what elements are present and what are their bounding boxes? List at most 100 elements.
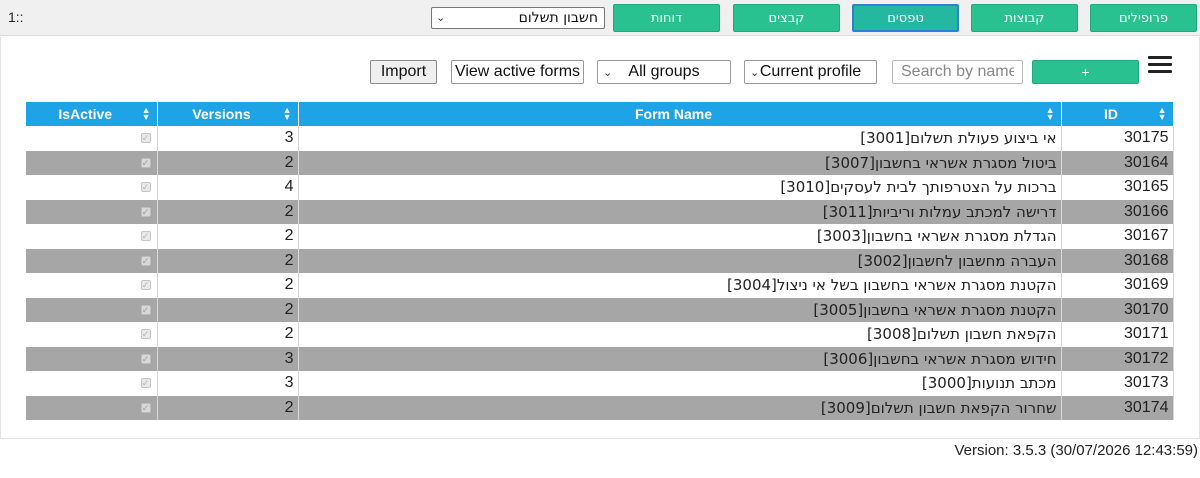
table-row[interactable]: ✓ 2 דרישה למכתב עמלות וריביות[3011] 30166 — [26, 199, 1174, 224]
id-cell: 30164 — [1061, 150, 1174, 175]
isactive-cell[interactable]: ✓ — [26, 346, 158, 371]
table-row[interactable]: ✓ 2 ביטול מסגרת אשראי בחשבון[3007] 30164 — [26, 150, 1174, 175]
nav-button-groups[interactable]: קבוצות — [971, 4, 1078, 32]
id-cell: 30167 — [1061, 224, 1174, 249]
isactive-checkbox[interactable]: ✓ — [140, 182, 151, 193]
form-name-cell[interactable]: מכתב תנועות[3000] — [298, 371, 1062, 396]
isactive-cell[interactable]: ✓ — [26, 199, 158, 224]
nav-button-forms[interactable]: טפסים — [852, 4, 959, 32]
isactive-checkbox[interactable]: ✓ — [140, 402, 151, 413]
hamburger-menu-icon[interactable] — [1148, 56, 1172, 74]
id-cell: 30175 — [1061, 126, 1174, 151]
isactive-checkbox[interactable]: ✓ — [140, 378, 151, 389]
id-cell: 30168 — [1061, 248, 1174, 273]
form-name-cell[interactable]: ביטול מסגרת אשראי בחשבון[3007] — [298, 150, 1062, 175]
form-name-cell[interactable]: הקפאת חשבון תשלום[3008] — [298, 322, 1062, 347]
column-header-label: Form Name — [634, 106, 713, 122]
versions-cell: 2 — [157, 273, 299, 298]
isactive-checkbox[interactable]: ✓ — [140, 206, 151, 217]
table-row[interactable]: ✓ 2 הגדלת מסגרת אשראי בחשבון[3003] 30167 — [26, 224, 1174, 249]
versions-cell: 2 — [157, 297, 299, 322]
corner-label: 1:: — [8, 9, 24, 25]
chevron-down-icon: ⌄ — [436, 11, 446, 24]
sort-icon[interactable]: ▲ ▼ — [142, 106, 151, 122]
versions-cell: 2 — [157, 322, 299, 347]
form-name-cell[interactable]: העברה מחשבון לחשבון[3002] — [298, 248, 1062, 273]
sort-icon[interactable]: ▲ ▼ — [283, 106, 292, 122]
form-name-cell[interactable]: הגדלת מסגרת אשראי בחשבון[3003] — [298, 224, 1062, 249]
search-input[interactable] — [892, 60, 1023, 84]
versions-cell: 2 — [157, 199, 299, 224]
column-header-id[interactable]: ID ▲ ▼ — [1061, 102, 1174, 126]
group-select-value: All groups — [628, 63, 700, 80]
form-name-cell[interactable]: אי ביצוע פעולת תשלום[3001] — [298, 126, 1062, 151]
table-row[interactable]: ✓ 3 חידוש מסגרת אשראי בחשבון[3006] 30172 — [26, 346, 1174, 371]
table-row[interactable]: ✓ 3 אי ביצוע פעולת תשלום[3001] 30175 — [26, 126, 1174, 151]
table-row[interactable]: ✓ 2 הקטנת מסגרת אשראי בחשבון בשל אי ניצול[… — [26, 273, 1174, 298]
isactive-cell[interactable]: ✓ — [26, 273, 158, 298]
column-header-label: ID — [1104, 106, 1118, 122]
id-cell: 30172 — [1061, 346, 1174, 371]
versions-cell: 3 — [157, 346, 299, 371]
isactive-cell[interactable]: ✓ — [26, 371, 158, 396]
nav-button-profiles[interactable]: פרופילים — [1090, 4, 1197, 32]
isactive-checkbox[interactable]: ✓ — [140, 231, 151, 242]
isactive-cell[interactable]: ✓ — [26, 175, 158, 200]
versions-cell: 2 — [157, 248, 299, 273]
view-active-forms-button[interactable]: View active forms — [451, 60, 584, 84]
nav-button-reports[interactable]: דוחות — [613, 4, 720, 32]
add-form-button[interactable]: + — [1032, 60, 1139, 84]
id-cell: 30170 — [1061, 297, 1174, 322]
table-row[interactable]: ✓ 2 הקפאת חשבון תשלום[3008] 30171 — [26, 322, 1174, 347]
isactive-cell[interactable]: ✓ — [26, 224, 158, 249]
column-header-form-name[interactable]: Form Name ▲ ▼ — [298, 102, 1062, 126]
profile-select-value: Current profile — [759, 63, 862, 80]
versions-cell: 2 — [157, 150, 299, 175]
id-cell: 30173 — [1061, 371, 1174, 396]
table-row[interactable]: ✓ 2 העברה מחשבון לחשבון[3002] 30168 — [26, 248, 1174, 273]
isactive-checkbox[interactable]: ✓ — [140, 133, 151, 144]
chevron-down-icon: ⌄ — [750, 67, 760, 79]
isactive-checkbox[interactable]: ✓ — [140, 255, 151, 266]
versions-cell: 2 — [157, 395, 299, 420]
table-row[interactable]: ✓ 4 ברכות על הצטרפותך לבית לעסקים[3010] 301… — [26, 175, 1174, 200]
isactive-cell[interactable]: ✓ — [26, 395, 158, 420]
form-name-cell[interactable]: דרישה למכתב עמלות וריביות[3011] — [298, 199, 1062, 224]
table-row[interactable]: ✓ 3 מכתב תנועות[3000] 30173 — [26, 371, 1174, 396]
table-body: ✓ 3 אי ביצוע פעולת תשלום[3001] 30175 ✓ 2 ביטול… — [26, 126, 1174, 420]
form-name-cell[interactable]: ברכות על הצטרפותך לבית לעסקים[3010] — [298, 175, 1062, 200]
table-header-row: IsActive ▲ ▼ Versions ▲ ▼ Form Name ▲ ▼ ID … — [26, 102, 1174, 126]
isactive-checkbox[interactable]: ✓ — [140, 157, 151, 168]
nav-button-files[interactable]: קבצים — [733, 4, 840, 32]
column-header-label: Versions — [192, 106, 251, 122]
isactive-cell[interactable]: ✓ — [26, 322, 158, 347]
table-row[interactable]: ✓ 2 שחרור הקפאת חשבון תשלום[3009] 30174 — [26, 395, 1174, 420]
id-cell: 30165 — [1061, 175, 1174, 200]
isactive-checkbox[interactable]: ✓ — [140, 329, 151, 340]
isactive-checkbox[interactable]: ✓ — [140, 353, 151, 364]
versions-cell: 3 — [157, 371, 299, 396]
form-name-cell[interactable]: הקטנת מסגרת אשראי בחשבון[3005] — [298, 297, 1062, 322]
isactive-cell[interactable]: ✓ — [26, 150, 158, 175]
column-header-label: IsActive — [58, 106, 113, 122]
form-name-cell[interactable]: הקטנת מסגרת אשראי בחשבון בשל אי ניצול[30… — [298, 273, 1062, 298]
import-button[interactable]: Import — [370, 60, 437, 84]
column-header-isactive[interactable]: IsActive ▲ ▼ — [26, 102, 158, 126]
isactive-cell[interactable]: ✓ — [26, 297, 158, 322]
id-cell: 30171 — [1061, 322, 1174, 347]
isactive-cell[interactable]: ✓ — [26, 126, 158, 151]
chevron-down-icon: ⌄ — [603, 67, 613, 79]
isactive-cell[interactable]: ✓ — [26, 248, 158, 273]
table-row[interactable]: ✓ 2 הקטנת מסגרת אשראי בחשבון[3005] 30170 — [26, 297, 1174, 322]
profile-select[interactable]: ⌄ Current profile — [744, 60, 877, 84]
form-name-cell[interactable]: חידוש מסגרת אשראי בחשבון[3006] — [298, 346, 1062, 371]
form-selector-dropdown[interactable]: ⌄ חשבון תשלום — [431, 7, 605, 29]
form-name-cell[interactable]: שחרור הקפאת חשבון תשלום[3009] — [298, 395, 1062, 420]
isactive-checkbox[interactable]: ✓ — [140, 304, 151, 315]
sort-icon[interactable]: ▲ ▼ — [1158, 106, 1167, 122]
versions-cell: 3 — [157, 126, 299, 151]
sort-icon[interactable]: ▲ ▼ — [1046, 106, 1055, 122]
column-header-versions[interactable]: Versions ▲ ▼ — [157, 102, 299, 126]
isactive-checkbox[interactable]: ✓ — [140, 280, 151, 291]
group-select[interactable]: ⌄ All groups — [597, 60, 731, 84]
